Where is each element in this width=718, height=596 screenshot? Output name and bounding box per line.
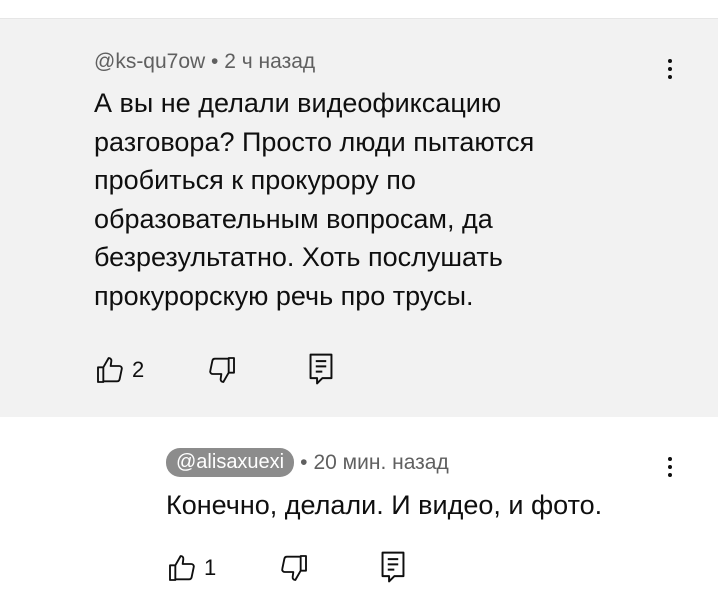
comment-text-line: прокурорскую речь про трусы. (94, 280, 474, 311)
more-vert-icon (668, 59, 672, 63)
comment-text: А вы не делали видеофиксацию разговора? … (94, 84, 654, 316)
meta-separator: • (211, 50, 219, 73)
dislike-icon (209, 357, 235, 383)
comment-text-line: А вы не делали видеофиксацию (94, 88, 502, 118)
comment-meta: @ks-qu7ow • 2 ч назад (94, 50, 315, 74)
comment-dislike-button[interactable] (206, 354, 238, 386)
comment-text-line: пробиться к прокурору по (94, 165, 416, 196)
reply-dislike-button[interactable] (278, 552, 310, 584)
more-vert-icon-dot (668, 465, 672, 469)
comment-reply-button[interactable] (306, 352, 336, 386)
reply-reply-button[interactable] (378, 550, 408, 584)
reply-more-button[interactable] (658, 452, 682, 482)
more-vert-icon-dot (668, 75, 672, 79)
reply-like-button[interactable]: 1 (166, 552, 216, 584)
more-vert-icon-dot (668, 473, 672, 477)
comment-text-line: разговора? Просто люди пытаются (94, 126, 535, 157)
comment-time: 2 ч назад (224, 50, 316, 73)
reply-like-count: 1 (204, 555, 217, 580)
more-vert-icon (668, 457, 672, 461)
comment-text-line: безрезультатно. Хоть послушать (94, 242, 503, 273)
more-vert-icon-dot (668, 67, 672, 71)
reply-text: Конечно, делали. И видео, и фото. (166, 490, 603, 520)
comment-like-button[interactable]: 2 (94, 354, 144, 386)
comment-text-line: образовательным вопросам, да (94, 203, 493, 234)
reply-meta: @alisaxuexi • 20 мин. назад (166, 448, 449, 477)
meta-separator: • (300, 450, 308, 474)
reply-icon (309, 353, 333, 385)
reply-time: 20 мин. назад (313, 450, 449, 474)
like-icon (169, 555, 195, 581)
reply-author[interactable]: @alisaxuexi (166, 448, 295, 477)
comment-author[interactable]: @ks-qu7ow (94, 50, 205, 73)
dislike-icon (281, 555, 307, 581)
comment-more-button[interactable] (658, 54, 682, 84)
comment-like-count: 2 (132, 357, 145, 382)
like-icon (97, 357, 123, 383)
reply-icon (381, 551, 405, 583)
